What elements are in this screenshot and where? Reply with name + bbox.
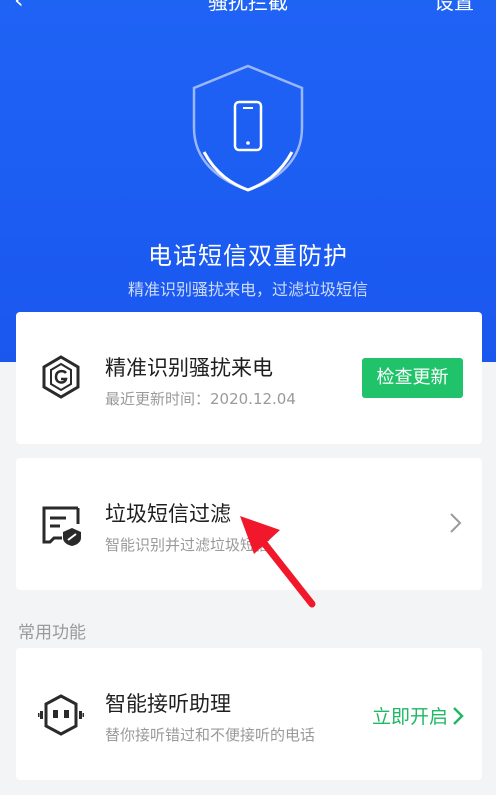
top-bar: ‹ 骚扰拦截 设置	[0, 0, 496, 16]
hero-banner: ‹ 骚扰拦截 设置 电话短信双重防护 精准识别骚扰来电，过滤垃圾短信	[0, 0, 496, 362]
card-title: 垃圾短信过滤	[105, 502, 231, 526]
check-update-button[interactable]: 检查更新	[362, 358, 463, 398]
call-identification-card[interactable]: 精准识别骚扰来电 最近更新时间：2020.12.04 检查更新	[16, 312, 482, 444]
message-filter-icon	[42, 506, 81, 546]
red-pointer-arrow-icon	[240, 516, 316, 608]
settings-button[interactable]: 设置	[434, 0, 474, 15]
enable-now-link[interactable]: 立即开启	[372, 702, 464, 729]
card-description: 替你接听错过和不便接听的电话	[105, 726, 316, 744]
section-label: 常用功能	[18, 623, 86, 643]
assistant-card[interactable]: 智能接听助理 替你接听错过和不便接听的电话 立即开启	[16, 648, 482, 780]
hexagon-g-icon	[42, 355, 80, 399]
last-update-text: 最近更新时间：2020.12.04	[105, 390, 296, 408]
card-title: 智能接听助理	[105, 692, 231, 716]
chevron-right-green-icon	[453, 706, 464, 725]
chevron-right-icon[interactable]	[448, 512, 462, 534]
card-title: 精准识别骚扰来电	[105, 356, 273, 380]
shield-phone-icon	[192, 64, 304, 192]
hero-title: 电话短信双重防护	[148, 242, 348, 270]
enable-now-label: 立即开启	[371, 706, 448, 728]
hero-subtitle: 精准识别骚扰来电，过滤垃圾短信	[127, 280, 368, 299]
robot-assistant-icon	[38, 694, 84, 736]
page-title: 骚扰拦截	[208, 0, 288, 14]
